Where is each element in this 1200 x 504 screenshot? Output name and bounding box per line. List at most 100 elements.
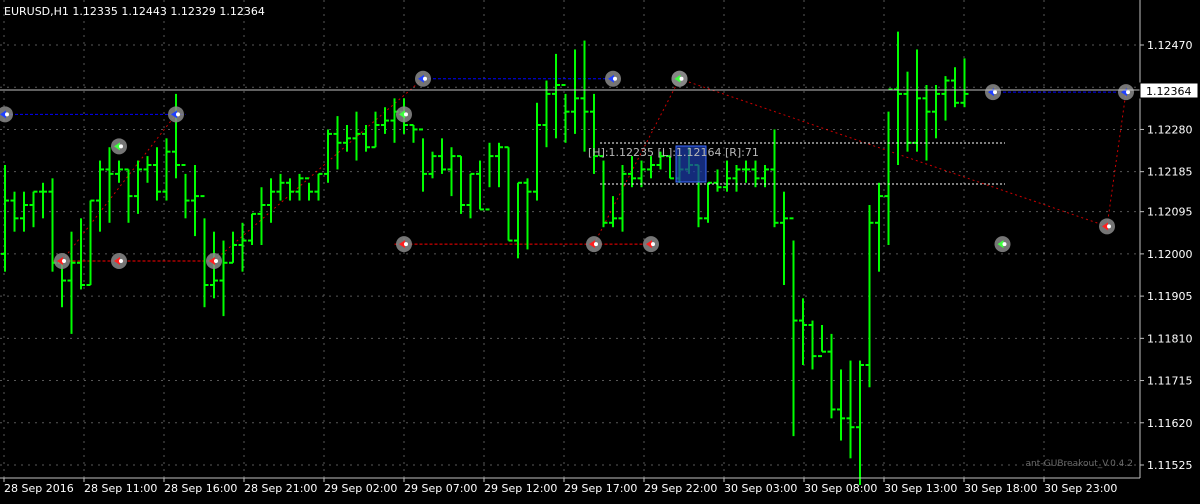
ohlc-bar: [599, 155, 608, 228]
ohlc-bar: [390, 98, 399, 143]
ohlc-bar: [770, 129, 779, 228]
time-label: 30 Sep 18:00: [964, 482, 1037, 495]
ohlc-bar: [514, 181, 522, 259]
price-label: 1.11810: [1147, 332, 1193, 345]
marker-dot: [651, 242, 655, 247]
price-label: 1.12000: [1147, 248, 1193, 261]
ohlc-bar: [533, 102, 541, 201]
ohlc-bar: [238, 222, 247, 272]
time-labels: 28 Sep 2016 28 Sep 11:00 28 Sep 16:00 28 Se…: [3, 478, 1117, 495]
time-label: 28 Sep 11:00: [84, 482, 157, 495]
price-label: 1.12280: [1147, 123, 1193, 136]
time-label: 30 Sep 13:00: [884, 482, 957, 495]
ohlc-bar: [495, 142, 503, 188]
low-marker: [54, 253, 70, 269]
high-marker: [168, 106, 184, 123]
price-label: 1.11620: [1147, 417, 1193, 430]
marker-dot: [993, 90, 997, 95]
ohlc-bar: [827, 333, 836, 419]
time-label: 30 Sep 08:00: [804, 482, 877, 495]
ohlc-bar: [428, 151, 437, 179]
ohlc-bar: [324, 129, 332, 183]
ohlc-bar: [219, 240, 228, 317]
ohlc-bar: [846, 360, 855, 459]
time-label: 29 Sep 12:00: [484, 482, 557, 495]
ohlc-bar: [305, 177, 313, 201]
ohlc-bar: [438, 138, 446, 174]
axes: [0, 0, 1200, 500]
ohlc-bar: [352, 111, 361, 161]
ohlc-bar: [96, 160, 104, 232]
ohlc-bar: [542, 80, 551, 148]
ohlc-bar: [29, 190, 38, 228]
ohlc-bar: [808, 320, 817, 370]
zigzag-line: [61, 114, 177, 262]
marker-dot: [679, 76, 684, 81]
time-label: 28 Sep 21:00: [244, 482, 317, 495]
marker-dot: [214, 259, 218, 263]
marker-dot: [404, 242, 408, 247]
time-label: 29 Sep 22:00: [644, 482, 717, 495]
chart-container[interactable]: [H]:1.12235 [L]:1.12164 [R]:71 1.12470 1.…: [0, 0, 1200, 500]
ohlc-bar: [523, 178, 532, 250]
ohlc-bar: [571, 49, 579, 134]
price-label: 1.11525: [1147, 459, 1193, 472]
price-label: 1.12095: [1147, 206, 1193, 219]
pivot-marker: [671, 70, 688, 87]
marker-dot: [62, 259, 66, 263]
low-marker: [643, 236, 659, 253]
low-marker: [206, 253, 222, 269]
price-label: 1.11905: [1147, 290, 1193, 303]
ohlc-bar: [295, 173, 304, 201]
low-marker: [111, 253, 127, 269]
ohlc-bar: [941, 76, 950, 121]
ohlc-bar: [561, 84, 570, 143]
ohlc-bar: [381, 107, 389, 134]
ohlc-bar: [181, 164, 190, 219]
ohlc-bar: [153, 147, 161, 201]
time-label: 30 Sep 03:00: [724, 482, 797, 495]
watermark: ant-GUBreakout_V.0.4.2: [1025, 459, 1133, 469]
ohlc-bar: [552, 53, 560, 139]
ohlc-bar: [457, 155, 465, 214]
marker-dot: [1107, 224, 1111, 229]
pivot-marker: [396, 106, 412, 123]
ohlc-bar: [115, 160, 123, 183]
marker-dot: [1002, 242, 1007, 247]
ohlc-bar: [818, 325, 826, 358]
ohlc-bar: [618, 165, 627, 232]
time-label: 29 Sep 02:00: [324, 482, 397, 495]
zigzag-line: [213, 78, 424, 262]
ohlc-bar: [476, 160, 484, 211]
time-label: 29 Sep 07:00: [404, 482, 477, 495]
time-label: 28 Sep 16:00: [164, 482, 237, 495]
marker-dot: [613, 76, 617, 81]
ohlc-bar: [466, 172, 475, 219]
ohlc-bar: [789, 217, 798, 437]
ohlc-bar: [1, 165, 9, 272]
ohlc-bar: [286, 178, 294, 201]
marker-dot: [5, 112, 9, 117]
ohlc-bar: [124, 168, 133, 223]
price-chart[interactable]: [H]:1.12235 [L]:1.12164 [R]:71 1.12470 1.…: [0, 0, 1200, 500]
time-label: 28 Sep 2016: [4, 482, 74, 495]
candles: [1, 31, 969, 485]
price-label: 1.11715: [1147, 375, 1193, 388]
ohlc-bar: [134, 160, 142, 214]
ohlc-bar: [704, 181, 712, 223]
ohlc-bar: [276, 173, 285, 201]
ohlc-bar: [922, 85, 931, 161]
marker-dot: [119, 144, 123, 149]
high-marker: [0, 106, 13, 123]
marker-dot: [404, 112, 408, 117]
marker-dot: [423, 76, 427, 81]
ohlc-bar: [409, 124, 418, 143]
ohlc-bar: [799, 298, 807, 365]
ohlc-bar: [200, 195, 209, 308]
marker-dot: [119, 259, 123, 263]
ohlc-bar: [10, 191, 19, 232]
ohlc-bar: [713, 169, 722, 192]
ohlc-bar: [666, 155, 674, 180]
ohlc-bar: [647, 156, 655, 179]
ohlc-bar: [903, 71, 912, 152]
